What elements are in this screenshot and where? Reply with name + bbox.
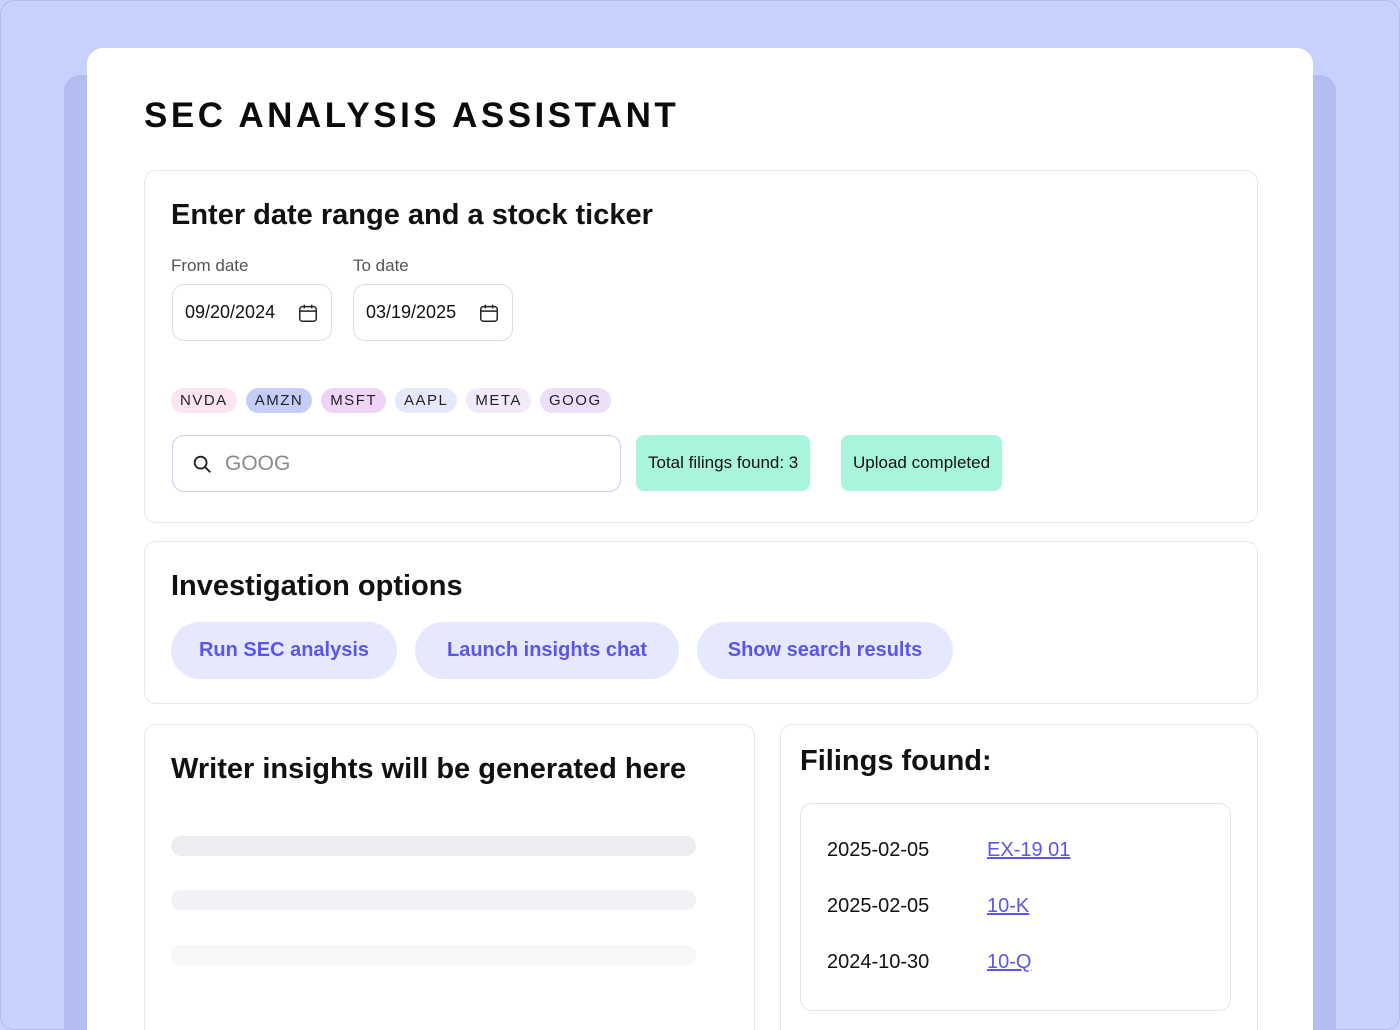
search-icon	[193, 455, 211, 473]
filing-date: 2025-02-05	[827, 895, 930, 917]
filing-link[interactable]: 10-K	[987, 895, 1029, 918]
launch-insights-chat-button[interactable]: Launch insights chat	[415, 622, 679, 679]
filing-link[interactable]: EX-19 01	[987, 839, 1070, 862]
insights-title: Writer insights will be generated here	[171, 753, 687, 785]
ticker-chips: NVDA AMZN MSFT AAPL META GOOG	[171, 388, 611, 413]
from-date-label: From date	[171, 256, 249, 275]
show-search-results-button[interactable]: Show search results	[697, 622, 953, 679]
ticker-chip-msft[interactable]: MSFT	[321, 388, 387, 413]
to-date-value: 03/19/2025	[366, 302, 457, 322]
skeleton-line	[171, 836, 696, 856]
investigation-options-panel: Investigation options Run SEC analysis L…	[144, 541, 1258, 704]
ticker-chip-goog[interactable]: GOOG	[539, 388, 611, 413]
writer-insights-panel: Writer insights will be generated here	[144, 724, 755, 1030]
run-sec-analysis-button[interactable]: Run SEC analysis	[171, 622, 397, 679]
main-card: SEC ANALYSIS ASSISTANT Enter date range …	[87, 48, 1313, 1030]
filings-list: 2025-02-05 EX-19 01 2025-02-05 10-K 2024…	[800, 803, 1231, 1011]
options-title: Investigation options	[171, 570, 463, 602]
filing-row: 2025-02-05 10-K	[827, 895, 1029, 918]
date-ticker-panel: Enter date range and a stock ticker From…	[144, 170, 1258, 523]
calendar-icon[interactable]	[297, 302, 319, 324]
app-title: SEC ANALYSIS ASSISTANT	[144, 96, 680, 135]
to-date-label: To date	[353, 256, 409, 275]
filings-panel: Filings found: 2025-02-05 EX-19 01 2025-…	[780, 724, 1258, 1030]
ticker-search-box[interactable]	[172, 435, 621, 492]
filings-count-badge: Total filings found: 3	[636, 435, 811, 491]
from-date-field[interactable]: 09/20/2024	[172, 284, 332, 341]
filing-row: 2025-02-05 EX-19 01	[827, 839, 1070, 862]
filing-row: 2024-10-30 10-Q	[827, 951, 1031, 974]
skeleton-line	[171, 890, 696, 910]
date-panel-title: Enter date range and a stock ticker	[171, 199, 653, 231]
ticker-chip-aapl[interactable]: AAPL	[395, 388, 458, 413]
ticker-chip-amzn[interactable]: AMZN	[245, 388, 313, 413]
filing-link[interactable]: 10-Q	[987, 951, 1031, 974]
ticker-search-input[interactable]	[225, 451, 605, 476]
ticker-chip-meta[interactable]: META	[466, 388, 531, 413]
upload-status-badge: Upload completed	[841, 435, 1003, 491]
filings-title: Filings found:	[800, 745, 992, 777]
from-date-value: 09/20/2024	[185, 302, 276, 322]
calendar-icon[interactable]	[478, 302, 500, 324]
filing-date: 2025-02-05	[827, 839, 930, 861]
filing-date: 2024-10-30	[827, 951, 930, 973]
ticker-chip-nvda[interactable]: NVDA	[171, 388, 237, 413]
to-date-field[interactable]: 03/19/2025	[353, 284, 513, 341]
skeleton-line	[171, 945, 696, 965]
